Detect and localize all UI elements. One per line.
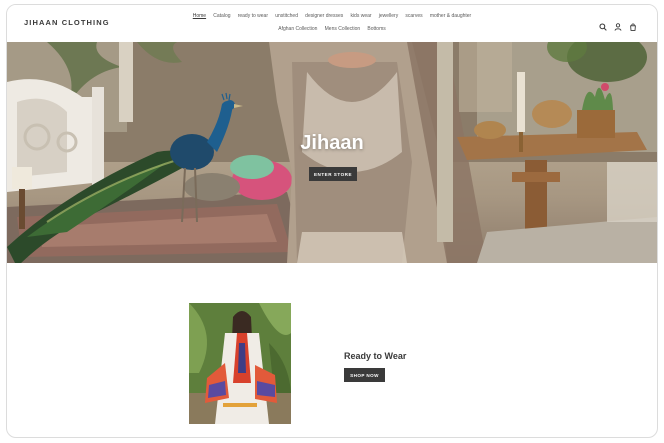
search-icon[interactable] [599,18,607,31]
nav-item-home[interactable]: Home [193,13,206,20]
main-nav: Home Catalog ready to wear unstitched de… [172,13,492,33]
enter-store-button[interactable]: ENTER STORE [309,167,357,181]
nav-item-kids-wear[interactable]: kids wear [350,13,371,20]
site-logo[interactable]: JIHAAN CLOTHING [24,18,110,27]
site-header: JIHAAN CLOTHING Home Catalog ready to we… [7,5,657,42]
nav-item-mens-collection[interactable]: Mens Collection [325,26,361,33]
browser-frame: JIHAAN CLOTHING Home Catalog ready to we… [6,4,658,438]
nav-item-mother-daughter[interactable]: mother & daughter [430,13,471,20]
nav-item-unstitched[interactable]: unstitched [275,13,298,20]
hero-title: Jihaan [300,132,364,154]
ready-to-wear-title[interactable]: Ready to Wear [344,351,406,361]
nav-item-afghan-collection[interactable]: Afghan Collection [278,26,317,33]
shop-now-button[interactable]: SHOP NOW [344,368,385,382]
header-icons [599,18,637,31]
nav-item-bottoms[interactable]: Bottoms [367,26,385,33]
cart-icon[interactable] [629,18,637,31]
nav-item-jewellery[interactable]: jewellery [379,13,398,20]
account-icon[interactable] [614,18,622,31]
nav-item-catalog[interactable]: Catalog [213,13,230,20]
nav-item-scarves[interactable]: scarves [405,13,422,20]
nav-item-designer-dresses[interactable]: designer dresses [305,13,343,20]
nav-item-ready-to-wear[interactable]: ready to wear [238,13,268,20]
ready-to-wear-image[interactable] [189,303,291,424]
hero-banner: Jihaan ENTER STORE [7,42,657,263]
